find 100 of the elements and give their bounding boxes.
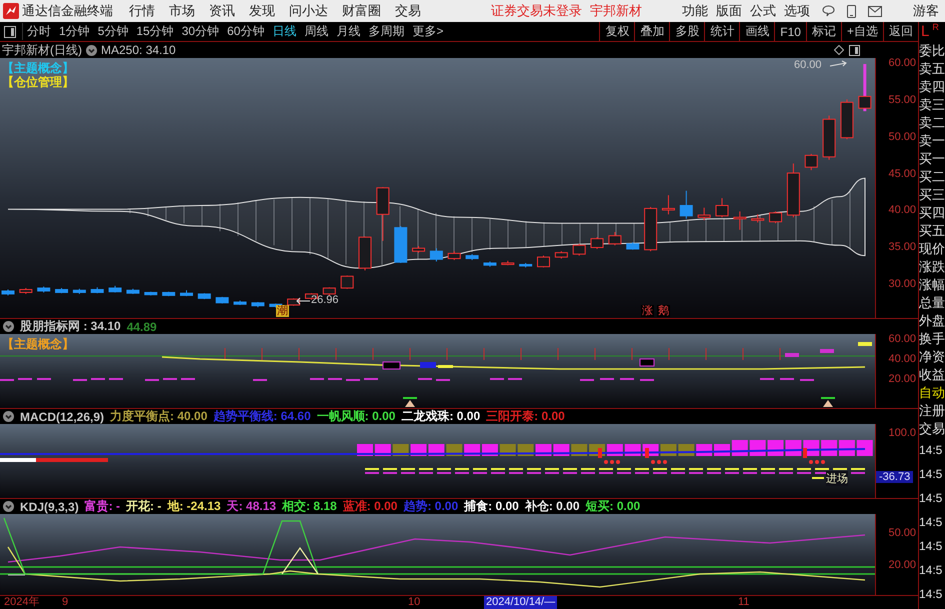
period-tab[interactable]: 周线	[304, 23, 328, 40]
candlestick	[108, 285, 122, 293]
quote-field-label[interactable]: 买三	[919, 186, 945, 204]
period-tab[interactable]: 15分钟	[136, 23, 174, 40]
candlestick	[90, 286, 104, 294]
candlestick	[216, 296, 229, 304]
quote-field-label[interactable]: 委比	[919, 42, 945, 60]
indicator-title: MACD(12,26,9)	[20, 410, 104, 424]
axis-label: 60.00	[888, 57, 916, 69]
period-tab[interactable]: 60分钟	[227, 23, 264, 40]
candlestick	[340, 275, 354, 290]
toolbar-menu-item[interactable]: 公式	[750, 2, 776, 20]
phone-icon	[847, 4, 856, 18]
quote-field-label[interactable]: 自动	[919, 384, 945, 402]
trade-time: 14:5	[919, 586, 944, 603]
indicator-reading: 蓝准: 0.00	[342, 498, 398, 515]
toolbar-button[interactable]: 多股	[669, 22, 704, 41]
period-tab[interactable]: 多周期	[368, 23, 404, 40]
candlestick	[162, 291, 176, 297]
high-price-label: 60.00	[794, 59, 822, 71]
quote-field-label[interactable]: 买四	[919, 204, 945, 222]
toolbar-button[interactable]: 叠加	[634, 22, 670, 41]
quote-field-label[interactable]: 卖五	[919, 60, 945, 78]
menu-item[interactable]: 行情	[129, 2, 155, 20]
indicator-reading: 三阳开泰: 0.00	[486, 408, 565, 425]
candlestick	[840, 98, 854, 140]
quote-field-label[interactable]: 买五	[919, 222, 945, 240]
axis-label: 40.00	[888, 353, 916, 365]
axis-label: 50.00	[888, 527, 916, 539]
period-tab[interactable]: 日线	[272, 23, 296, 40]
candlestick	[769, 210, 782, 224]
panel-switch-button[interactable]: L	[921, 22, 930, 42]
indicator-reading: 趋势: 0.00	[403, 498, 458, 515]
candlestick	[198, 292, 211, 300]
diamond-icon	[834, 45, 844, 55]
candlestick	[822, 115, 836, 160]
period-tab[interactable]: 5分钟	[98, 23, 128, 40]
quote-field-label[interactable]: 现价	[919, 240, 945, 258]
toolbar-button[interactable]: 复权	[599, 22, 634, 41]
pointer-arrow-icon	[830, 60, 848, 68]
quote-field-label[interactable]: 收益	[919, 366, 945, 384]
toolbar-menu-item[interactable]: 选项	[784, 2, 810, 20]
quote-field-label[interactable]: 交易	[919, 420, 945, 438]
candlestick	[483, 261, 496, 268]
toolbar-button[interactable]: 画线	[739, 22, 774, 41]
quote-field-label[interactable]: 涨幅	[919, 276, 945, 294]
toolbar-menu-item[interactable]: 功能	[682, 2, 708, 20]
toolbar-button[interactable]: 标记	[806, 22, 841, 41]
quote-field-label[interactable]: 注册	[919, 402, 945, 420]
app-logo-icon	[3, 3, 19, 19]
trade-time: 14:5	[919, 442, 944, 459]
menu-item[interactable]: 财富圈	[342, 2, 381, 20]
quote-field-label[interactable]: 买二	[919, 168, 945, 186]
quote-field-label[interactable]: 净资	[919, 348, 945, 366]
quote-field-label[interactable]: 卖二	[919, 114, 945, 132]
toolbar-button[interactable]: +自选	[840, 22, 883, 41]
candlestick	[608, 232, 622, 246]
menu-item[interactable]: 市场	[169, 2, 195, 20]
candlestick	[626, 242, 640, 250]
period-tab[interactable]: 分时	[27, 23, 51, 40]
quote-field-label[interactable]: 换手	[919, 330, 945, 348]
quote-field-label[interactable]: 涨跌	[919, 258, 945, 276]
quote-field-label[interactable]: 卖四	[919, 78, 945, 96]
candlestick	[376, 186, 390, 242]
user-label[interactable]: 游客	[913, 2, 939, 20]
quote-field-label[interactable]: 外盘	[919, 312, 945, 330]
concept-tag: 【主题概念】	[2, 60, 74, 77]
indicator-reading: 一帆风顺: 0.00	[316, 408, 396, 425]
menu-item[interactable]: 交易	[395, 2, 421, 20]
login-status[interactable]: 证券交易未登录	[491, 2, 582, 20]
axis-label: 30.00	[888, 278, 916, 290]
panel-switch-button[interactable]: R	[932, 22, 939, 32]
axis-label: 20.00	[888, 373, 916, 385]
menu-item[interactable]: 问小达	[289, 2, 328, 20]
indicator-value: 44.89	[126, 320, 157, 334]
quote-field-label[interactable]: 总量	[919, 294, 945, 312]
indicator-reading: 开花: -	[126, 498, 162, 515]
signal-marker: 涨	[641, 305, 654, 317]
toolbar-button[interactable]: 统计	[704, 22, 740, 41]
period-tab[interactable]: 30分钟	[182, 23, 220, 40]
menu-item[interactable]: 发现	[249, 2, 275, 20]
toolbar-button[interactable]: F10	[774, 22, 806, 41]
toolbar-menu-item[interactable]: 版面	[716, 2, 742, 20]
indicator-reading: 二龙戏珠: 0.00	[401, 408, 480, 425]
axis-label: 55.00	[888, 94, 916, 106]
stock-name[interactable]: 宇邦新材	[590, 2, 642, 20]
dropdown-icon	[3, 501, 14, 512]
period-tab[interactable]: 1分钟	[59, 23, 90, 40]
quote-field-label[interactable]: 卖一	[919, 132, 945, 150]
menu-item[interactable]: 资讯	[209, 2, 235, 20]
quote-field-label[interactable]: 买一	[919, 150, 945, 168]
quote-field-label[interactable]: 卖三	[919, 96, 945, 114]
candlestick	[537, 255, 550, 268]
more-button[interactable]: 更多>	[412, 23, 444, 40]
indicator-value-label: -36.73	[876, 471, 914, 483]
period-tab[interactable]: 月线	[336, 23, 360, 40]
indicator-title: KDJ(9,3,3)	[20, 500, 79, 514]
date-label: 9	[61, 596, 70, 609]
candlestick	[680, 190, 693, 220]
date-label: 2024/10/14/—	[484, 596, 558, 609]
